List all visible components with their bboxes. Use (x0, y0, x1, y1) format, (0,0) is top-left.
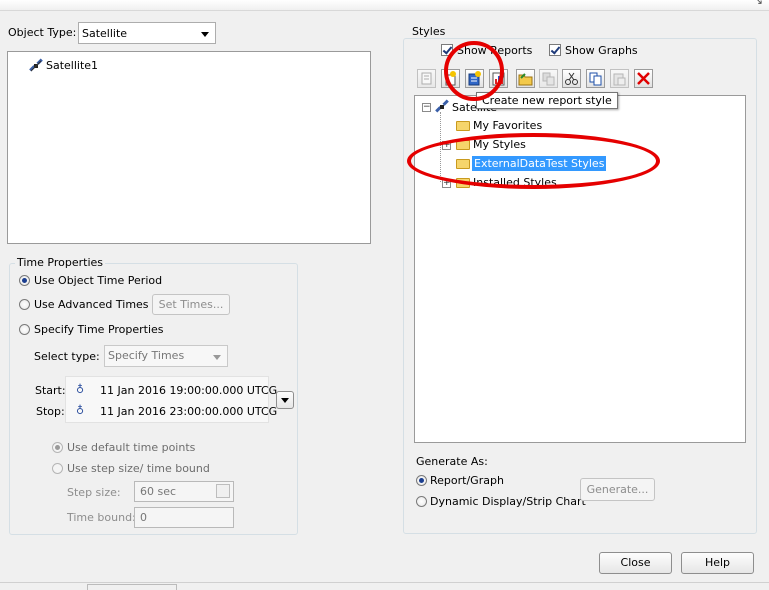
radio-button[interactable] (416, 475, 427, 486)
use-object-time-period-label: Use Object Time Period (34, 274, 163, 287)
annotation-circle (444, 41, 504, 101)
time-bound-value: 0 (140, 511, 147, 524)
satellite1-label: Satellite1 (46, 59, 99, 72)
step-size-field[interactable]: 60 sec (134, 481, 234, 502)
chevron-down-icon (213, 355, 221, 360)
step-size-value: 60 sec (140, 485, 177, 498)
chevron-down-icon (201, 32, 209, 37)
generate-as-label: Generate As: (416, 455, 488, 468)
object-type-dropdown[interactable]: Satellite (78, 22, 216, 44)
stop-label: Stop: (36, 405, 65, 418)
list-item[interactable]: Satellite1 (28, 58, 128, 74)
time-link-icon[interactable]: ♁ (76, 383, 84, 396)
calculator-icon[interactable] (216, 484, 230, 498)
radio-button[interactable] (52, 442, 63, 453)
duplicate-icon[interactable] (539, 69, 558, 88)
time-menu-button[interactable] (276, 391, 294, 409)
select-type-value: Specify Times (108, 349, 185, 362)
tooltip: Create new report style (476, 92, 618, 109)
copy-icon[interactable] (586, 69, 605, 88)
dynamic-display-label: Dynamic Display/Strip Chart (430, 495, 586, 508)
step-size-label: Step size: (67, 486, 121, 499)
collapse-icon[interactable]: − (422, 103, 431, 112)
folder-icon (456, 121, 470, 131)
radio-button[interactable] (19, 324, 30, 335)
properties-icon[interactable] (417, 69, 436, 88)
bottom-tab-stub (87, 584, 177, 590)
satellite-icon (29, 58, 43, 72)
tree-item-label: My Favorites (473, 119, 543, 132)
paste-icon[interactable] (610, 69, 629, 88)
styles-legend: Styles (410, 25, 448, 38)
stop-value[interactable]: 11 Jan 2016 23:00:00.000 UTCG (100, 405, 277, 418)
object-type-label: Object Type: (8, 26, 77, 39)
use-default-time-points-label: Use default time points (67, 441, 196, 454)
object-list[interactable]: Satellite1 (7, 51, 371, 244)
show-graphs-checkbox[interactable]: Show Graphs (549, 43, 638, 57)
object-type-value: Satellite (82, 27, 128, 40)
radio-button[interactable] (19, 275, 30, 286)
set-times-button[interactable]: Set Times... (152, 294, 230, 315)
start-label: Start: (35, 384, 66, 397)
time-bound-label: Time bound: (67, 511, 136, 524)
start-value[interactable]: 11 Jan 2016 19:00:00.000 UTCG (100, 384, 277, 397)
window-top-edge (0, 0, 769, 11)
select-type-dropdown[interactable]: Specify Times (104, 345, 228, 367)
time-properties-legend: Time Properties (15, 256, 106, 269)
time-bound-field[interactable]: 0 (134, 507, 234, 528)
chevron-down-icon (281, 398, 289, 403)
radio-button[interactable] (416, 496, 427, 507)
select-type-label: Select type: (34, 350, 100, 363)
time-link-icon[interactable]: ♁ (76, 404, 84, 417)
bottom-divider (0, 582, 769, 583)
generate-button[interactable]: Generate... (580, 478, 655, 501)
close-button[interactable]: Close (599, 552, 672, 574)
window-corner-glyph: ↘ (753, 0, 763, 7)
specify-time-properties-label: Specify Time Properties (34, 323, 164, 336)
radio-button[interactable] (52, 463, 63, 474)
help-button[interactable]: Help (681, 552, 754, 574)
radio-button[interactable] (19, 299, 30, 310)
annotation-ellipse (407, 133, 660, 189)
satellite-icon (435, 99, 449, 113)
show-graphs-label: Show Graphs (565, 44, 638, 57)
delete-icon[interactable] (634, 69, 653, 88)
report-graph-label: Report/Graph (430, 474, 504, 487)
use-advanced-times-label: Use Advanced Times (34, 298, 149, 311)
use-step-size-label: Use step size/ time bound (67, 462, 210, 475)
checkbox[interactable] (549, 44, 561, 56)
cut-icon[interactable] (562, 69, 581, 88)
open-folder-icon[interactable] (516, 69, 535, 88)
